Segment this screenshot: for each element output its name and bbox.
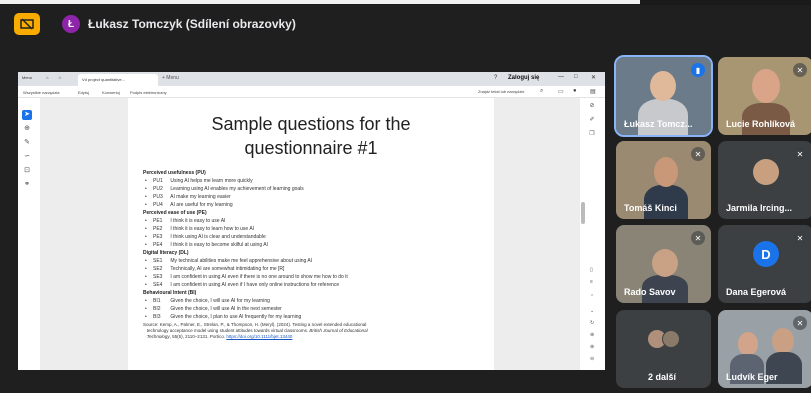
page-icon[interactable]: ▭ — [558, 88, 564, 95]
close-icon[interactable]: ✕ — [591, 74, 596, 81]
draw-icon[interactable]: ∽ — [22, 152, 32, 162]
stamp-icon[interactable]: ⚭ — [22, 180, 32, 190]
mic-off-icon: ✕ — [793, 231, 807, 245]
right-toolbar: ⊘ ✐ ❐ — [586, 102, 600, 144]
section-heading: Perceived ease of use (PE) — [143, 210, 207, 216]
doi-link[interactable]: https://doi.org/10.1111/bjet.13440 — [226, 334, 292, 339]
participant-tile[interactable]: ✕ Rado Savov — [616, 225, 711, 303]
list-item: • PU1 Using AI helps me learn more quickl… — [145, 178, 253, 184]
avatar: D — [753, 241, 779, 267]
more-participants-label: 2 další — [648, 372, 677, 382]
list-item: • SE2 Technically, AI are somewhat intimi… — [145, 266, 285, 272]
menu-all-tools[interactable]: Wszystkie narzędzia — [23, 90, 59, 95]
participant-name: Łukasz Tomcz... — [624, 119, 693, 129]
shared-screen: Menu ⌂ ☆ Vd project quantitative... + Me… — [18, 72, 605, 370]
participant-tile[interactable]: ✕ Tomáš Kinci — [616, 141, 711, 219]
participant-name: Tomáš Kinci — [624, 203, 677, 213]
star-icon[interactable]: ☆ — [58, 75, 62, 80]
section-heading: Perceived usefulness (PU) — [143, 170, 206, 176]
page-up-icon[interactable]: ⌃ — [590, 294, 594, 300]
list-item: • BI2 Given the choice, I will use AI in … — [145, 306, 282, 312]
slide-page: Sample questions for the questionnaire #… — [128, 98, 494, 370]
tab-document[interactable]: Vd project quantitative... — [78, 74, 158, 86]
zoom-icon[interactable]: ⊘ — [586, 102, 598, 112]
list-item: • BI3 Given the choice, I plan to use AI … — [145, 314, 302, 320]
list-item: • PE4 I think it is easy to become skilfu… — [145, 242, 268, 248]
menu-convert[interactable]: Konwertuj — [102, 90, 120, 95]
menu-edit[interactable]: Edytuj — [78, 90, 89, 95]
help-icon[interactable]: ? — [494, 75, 497, 81]
zoom-out-icon[interactable]: ⊖ — [590, 356, 594, 362]
refresh-icon[interactable]: ↻ — [590, 320, 594, 326]
find-text-field[interactable]: Znajdź tekst lub narzędzie — [478, 89, 524, 94]
participant-tile-more[interactable]: 2 další — [616, 310, 711, 388]
participant-tile[interactable]: D ✕ Dana Egerová — [718, 225, 811, 303]
list-item: • PU2 Learning using AI enables my achiev… — [145, 186, 304, 192]
menu-esign[interactable]: Podpis elektroniczny — [130, 90, 167, 95]
presenter-title: Łukasz Tomczyk (Sdílení obrazovky) — [88, 17, 296, 31]
text-icon[interactable]: ⊡ — [22, 166, 32, 176]
list-item: • BI1 Given the choice, I will use AI for… — [145, 298, 270, 304]
stop-presenting-icon[interactable] — [14, 13, 40, 35]
copy-icon[interactable]: ❐ — [586, 130, 598, 140]
signin-button[interactable]: Zaloguj się — [508, 75, 539, 81]
list-item: • PE3 I think using AI is clear and under… — [145, 234, 266, 240]
participant-tile[interactable]: ✕ Lucie Rohlíková — [718, 57, 811, 135]
comment-icon[interactable]: ⊕ — [22, 124, 32, 134]
participant-name: Ludvík Eger — [726, 372, 778, 382]
section-heading: Digital literacy (DL) — [143, 250, 189, 256]
top-strip — [0, 0, 811, 5]
menubar: Wszystkie narzędzia Edytuj Konwertuj Pod… — [18, 86, 605, 98]
search-icon[interactable]: ⌕ — [540, 88, 543, 95]
slide-title-line2: questionnaire #1 — [244, 138, 378, 158]
participant-name: Lucie Rohlíková — [726, 119, 796, 129]
list-item: • SE4 I am confident in using AI even if … — [145, 282, 340, 288]
mic-off-icon: ✕ — [793, 316, 807, 330]
scrollbar[interactable] — [581, 202, 585, 224]
section-heading: Behavioural Intent (BI) — [143, 290, 197, 296]
participant-name: Dana Egerová — [726, 287, 787, 297]
presenter-avatar: Ł — [62, 15, 80, 33]
fit-icon[interactable]: ⊕ — [590, 332, 594, 338]
list-item: • PE1 I think it is easy to use AI — [145, 218, 226, 224]
zoom-in-icon[interactable]: ⊕ — [590, 344, 594, 350]
participant-name: Rado Savov — [624, 287, 676, 297]
participant-name: Jarmila Ircing... — [726, 203, 793, 213]
mic-off-icon: ✕ — [793, 147, 807, 161]
maximize-icon[interactable]: □ — [574, 74, 578, 80]
page-number-icon[interactable]: ▯ — [590, 267, 593, 273]
list-item: • PU3 AI make my learning easier — [145, 194, 231, 200]
participant-tile[interactable]: ▮ Łukasz Tomcz... — [614, 55, 713, 137]
participant-tile[interactable]: ✕ Jarmila Ircing... — [718, 141, 811, 219]
list-item: • SE1 My technical abilities make me feel… — [145, 258, 313, 264]
page-down-icon[interactable]: ⌄ — [590, 308, 594, 314]
list-item: • PE2 I think it is easy to learn how to … — [145, 226, 255, 232]
presentation-header: Ł Łukasz Tomczyk (Sdílení obrazovky) — [14, 12, 296, 36]
avatar — [662, 330, 680, 348]
left-toolbar: ➤ ⊕ ✎ ∽ ⊡ ⚭ — [22, 110, 36, 194]
minimize-icon[interactable]: — — [558, 74, 564, 80]
browser-tabbar: Menu ⌂ ☆ Vd project quantitative... + Me… — [18, 72, 605, 86]
mic-off-icon: ✕ — [691, 231, 705, 245]
annotate-icon[interactable]: ✐ — [586, 116, 598, 126]
source-citation: Source: Kemp, A., Palmer, E., Strelan, P… — [143, 322, 368, 339]
list-item: • PU4 AI are useful for my learning — [145, 202, 233, 208]
page-count-icon[interactable]: ≡ — [590, 279, 593, 285]
chat-icon[interactable]: ● — [573, 88, 577, 94]
pen-icon[interactable]: ✎ — [22, 138, 32, 148]
new-tab-button[interactable]: + Menu — [162, 75, 179, 81]
speaking-icon: ▮ — [691, 63, 705, 77]
home-icon[interactable]: ⌂ — [46, 75, 48, 80]
print-icon[interactable]: ▤ — [590, 88, 596, 95]
cursor-icon[interactable]: ➤ — [22, 110, 32, 120]
mic-off-icon: ✕ — [691, 147, 705, 161]
menu-label[interactable]: Menu — [22, 75, 32, 80]
mic-off-icon: ✕ — [793, 63, 807, 77]
avatar — [753, 159, 779, 185]
participant-tile[interactable]: ✕ Ludvík Eger — [718, 310, 811, 388]
slide-title-line1: Sample questions for the — [211, 114, 411, 134]
list-item: • SE3 I am confident in using AI even if … — [145, 274, 348, 280]
